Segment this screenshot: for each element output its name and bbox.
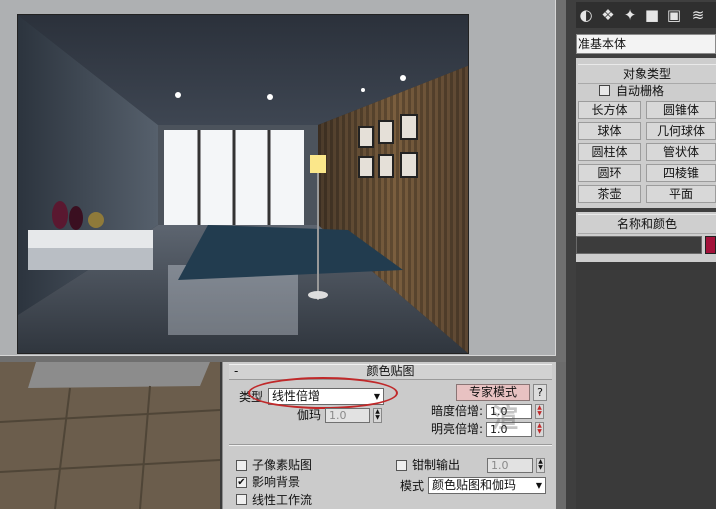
gamma-field[interactable]: 1.0 xyxy=(325,408,370,423)
render-image xyxy=(17,14,469,354)
gamma-spinner[interactable]: ▲ ▼ xyxy=(373,408,382,423)
gamma-label: 伽玛 xyxy=(297,408,322,422)
linear-workflow-label: 线性工作流 xyxy=(252,493,313,507)
teapot-button[interactable]: 茶壶 xyxy=(578,185,641,203)
clamp-value-field[interactable]: 1.0 xyxy=(487,458,533,473)
plane-button[interactable]: 平面 xyxy=(646,185,716,203)
highlight-circle xyxy=(248,377,398,409)
pyramid-button[interactable]: 四棱锥 xyxy=(646,164,716,182)
mode-label: 模式 xyxy=(400,479,425,493)
cylinder-button[interactable]: 圆柱体 xyxy=(578,143,641,161)
geosphere-button[interactable]: 几何球体 xyxy=(646,122,716,140)
object-name-input[interactable] xyxy=(576,236,702,254)
mode-dropdown[interactable]: 颜色贴图和伽玛 xyxy=(428,477,546,494)
autogrid-checkbox[interactable] xyxy=(599,85,610,96)
bright-multiplier-spinner[interactable]: ▲ ▼ xyxy=(535,422,544,437)
object-type-title[interactable]: 对象类型 xyxy=(578,64,716,84)
clamp-output-checkbox[interactable] xyxy=(396,460,407,471)
color-mapping-title: 颜色贴图 xyxy=(366,364,415,378)
category-dropdown[interactable]: 准基本体 xyxy=(576,34,716,54)
section-divider xyxy=(229,444,552,446)
cone-button[interactable]: 圆锥体 xyxy=(646,101,716,119)
linear-workflow-checkbox[interactable] xyxy=(236,494,247,505)
name-color-title[interactable]: 名称和颜色 xyxy=(578,214,716,234)
dropdown-arrow-icon[interactable]: ▼ xyxy=(532,477,546,494)
command-panel-toolbar: ◐ ❖ ✦ ■ ▣ ≋ xyxy=(576,2,716,28)
helpers-icon[interactable]: ▣ xyxy=(664,6,684,24)
create-geometry-icon[interactable]: ◐ xyxy=(576,6,596,24)
watermark: 渲 xyxy=(492,404,519,434)
clamp-output-label: 钳制输出 xyxy=(412,458,461,472)
help-button[interactable]: ? xyxy=(533,384,547,401)
viewport-floor-preview xyxy=(0,362,220,509)
bright-multiplier-label: 明亮倍增: xyxy=(431,422,484,436)
subpixel-label: 子像素贴图 xyxy=(252,458,313,472)
object-color-swatch[interactable] xyxy=(705,236,716,254)
shapes-icon[interactable]: ❖ xyxy=(598,6,618,24)
sphere-button[interactable]: 球体 xyxy=(578,122,641,140)
box-button[interactable]: 长方体 xyxy=(578,101,641,119)
command-panel-empty-area xyxy=(576,262,716,509)
tube-button[interactable]: 管状体 xyxy=(646,143,716,161)
dark-multiplier-label: 暗度倍增: xyxy=(431,404,484,418)
cameras-icon[interactable]: ■ xyxy=(642,6,662,24)
panel-scrollbar[interactable] xyxy=(556,362,566,509)
clamp-value-spinner[interactable]: ▲ ▼ xyxy=(536,458,545,473)
torus-button[interactable]: 圆环 xyxy=(578,164,641,182)
dark-multiplier-spinner[interactable]: ▲ ▼ xyxy=(535,404,544,419)
lights-icon[interactable]: ✦ xyxy=(620,6,640,24)
autogrid-label: 自动栅格 xyxy=(616,84,665,98)
space-warps-icon[interactable]: ≋ xyxy=(688,6,708,24)
subpixel-checkbox[interactable] xyxy=(236,460,247,471)
affect-background-checkbox[interactable]: ✔ xyxy=(236,477,247,488)
affect-background-label: 影响背景 xyxy=(252,475,301,489)
